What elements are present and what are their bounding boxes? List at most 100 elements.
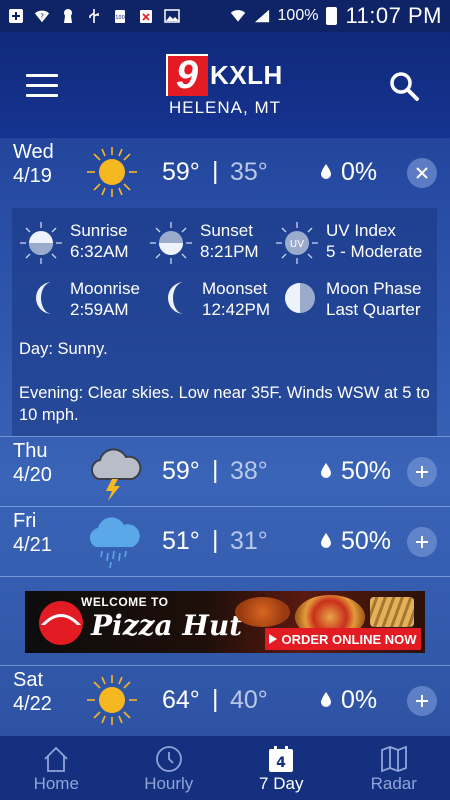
day-date: 4/21	[13, 534, 52, 556]
clock: 11:07 PM	[345, 3, 442, 28]
precip-chance: 50%	[341, 457, 392, 485]
thunderstorm-icon	[86, 445, 142, 501]
nav-hourly[interactable]: Hourly	[113, 736, 226, 800]
expand-button[interactable]	[407, 457, 437, 487]
raindrop-icon	[320, 691, 332, 707]
app-header: 9 KXLH HELENA, MT	[0, 32, 450, 138]
nav-radar[interactable]: Radar	[338, 736, 450, 800]
day-name: Wed	[13, 141, 54, 163]
high-temp: 59°	[162, 158, 200, 186]
moon-phase-value: Last Quarter	[326, 300, 421, 319]
add-notification-icon	[8, 8, 24, 24]
svg-text:4: 4	[276, 755, 286, 771]
ad-welcome-text: WELCOME TO	[81, 595, 169, 609]
clock-icon	[154, 744, 184, 774]
play-arrow-icon	[269, 634, 278, 644]
expand-button[interactable]	[407, 527, 437, 557]
search-icon[interactable]	[388, 70, 420, 102]
precip-chance: 0%	[341, 158, 378, 186]
high-temp: 64°	[162, 686, 200, 714]
day-name: Sat	[13, 669, 44, 691]
wifi-icon	[230, 8, 246, 24]
expand-button[interactable]	[407, 686, 437, 716]
collapse-button[interactable]	[407, 158, 437, 188]
order-online-button[interactable]: ORDER ONLINE NOW	[265, 628, 421, 650]
day-name: Fri	[13, 510, 37, 532]
sun-icon	[84, 144, 140, 200]
nav-7day[interactable]: 4 7 Day	[225, 736, 338, 800]
close-icon	[416, 167, 428, 179]
logo-text: KXLH	[210, 59, 283, 90]
day-row-sat[interactable]: Sat 4/22 64° | 40° 0%	[0, 666, 450, 736]
day-forecast-text: Day: Sunny.	[19, 340, 108, 358]
moonrise-label: Moonrise	[70, 279, 140, 298]
high-temp: 51°	[162, 527, 200, 555]
svg-text:100: 100	[115, 15, 125, 21]
ad-row: WELCOME TO Pizza Hut ORDER ONLINE NOW	[0, 576, 450, 666]
svg-text:?: ?	[40, 12, 44, 21]
day-date: 4/19	[13, 165, 52, 187]
low-temp: 38°	[230, 457, 268, 485]
raindrop-icon	[320, 462, 332, 478]
moonrise-info: Moonrise 2:59AM	[28, 278, 168, 324]
svg-text:UV: UV	[290, 239, 304, 250]
day-date: 4/22	[13, 693, 52, 715]
temp-separator: |	[212, 526, 219, 554]
low-temp: 40°	[230, 686, 268, 714]
uv-value: 5 - Moderate	[326, 242, 423, 261]
moonset-info: Moonset 12:42PM	[160, 278, 300, 324]
sunrise-icon	[18, 220, 64, 266]
temp-separator: |	[212, 685, 219, 713]
plus-icon	[416, 536, 428, 548]
precip-chance: 50%	[341, 527, 392, 555]
moon-phase-label: Moon Phase	[326, 279, 422, 298]
keyhole-icon	[60, 8, 76, 24]
plus-icon	[416, 466, 428, 478]
temp-separator: |	[212, 456, 219, 484]
day-row-fri[interactable]: Fri 4/21 51° | 31° 50%	[0, 507, 450, 577]
sunrise-value: 6:32AM	[70, 242, 129, 261]
day-row-thu[interactable]: Thu 4/20 59° | 38° 50%	[0, 437, 450, 507]
sunset-info: Sunset 8:21PM	[148, 220, 288, 266]
moon-phase-info: Moon Phase Last Quarter	[280, 278, 436, 324]
precip-chance: 0%	[341, 686, 378, 714]
location-label: HELENA, MT	[168, 98, 282, 117]
station-logo: 9 KXLH	[166, 54, 286, 96]
nav-home-label: Home	[33, 774, 79, 793]
battery-percent: 100%	[277, 7, 319, 24]
bottom-nav: Home Hourly 4 7 Day Radar	[0, 736, 450, 800]
sunrise-label: Sunrise	[70, 221, 128, 240]
signal-icon	[254, 8, 270, 24]
day-name: Thu	[13, 440, 48, 462]
wings-image	[235, 597, 290, 627]
raindrop-icon	[320, 163, 332, 179]
day-detail-panel: Sunrise 6:32AM Sunset 8:21PM UV UV Index…	[12, 208, 437, 436]
temp-separator: |	[212, 157, 219, 185]
uv-info: UV UV Index 5 - Moderate	[274, 220, 434, 266]
moonset-label: Moonset	[202, 279, 268, 298]
sun-icon	[84, 672, 140, 728]
ad-cta-label: ORDER ONLINE NOW	[281, 631, 417, 647]
sunset-icon	[148, 220, 194, 266]
low-temp: 35°	[230, 158, 268, 186]
nav-7day-label: 7 Day	[259, 774, 304, 793]
moonset-icon	[160, 278, 206, 324]
pizza-hut-ad-banner[interactable]: WELCOME TO Pizza Hut ORDER ONLINE NOW	[25, 591, 425, 653]
nav-home[interactable]: Home	[0, 736, 113, 800]
plus-icon	[416, 695, 428, 707]
breadsticks-image	[370, 597, 414, 627]
moonrise-icon	[28, 278, 74, 324]
battery-full-icon: 100	[112, 8, 128, 24]
rain-cloud-icon	[86, 515, 142, 571]
menu-icon[interactable]	[26, 74, 58, 98]
sunset-label: Sunset	[200, 221, 253, 240]
uv-label: UV Index	[326, 221, 396, 240]
raindrop-icon	[320, 532, 332, 548]
day-date: 4/20	[13, 464, 52, 486]
day-row-wed[interactable]: Wed 4/19 59° | 35° 0%	[0, 138, 450, 208]
uv-icon: UV	[274, 220, 320, 266]
status-bar: ? 100 100% 11:07 PM	[0, 0, 450, 32]
map-icon	[379, 744, 409, 774]
high-temp: 59°	[162, 457, 200, 485]
calendar-icon: 4	[266, 744, 296, 774]
